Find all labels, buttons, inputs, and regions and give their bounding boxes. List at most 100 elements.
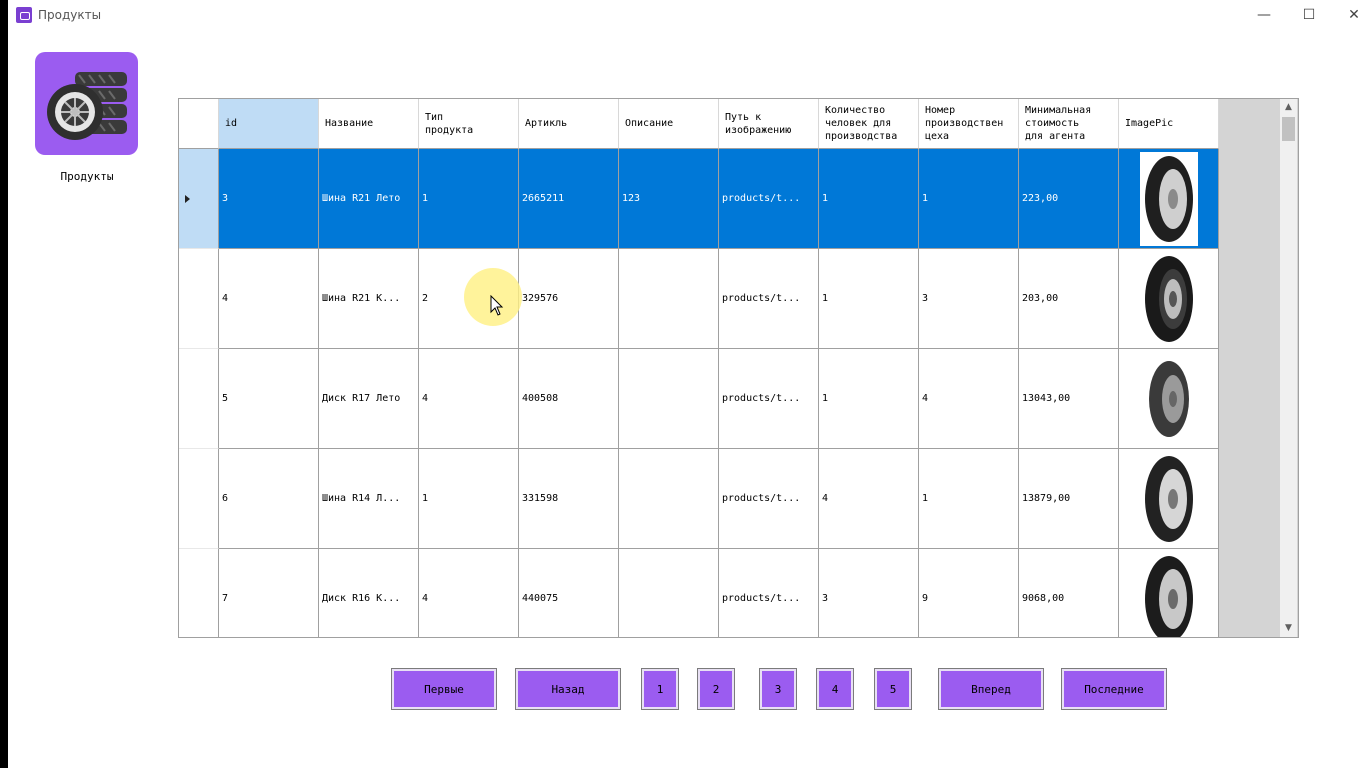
logo-label: Продукты bbox=[60, 170, 114, 183]
cell-min-cost[interactable]: 203,00 bbox=[1019, 249, 1119, 349]
cell-min-cost[interactable]: 13879,00 bbox=[1019, 449, 1119, 549]
cell-people[interactable]: 3 bbox=[819, 549, 919, 637]
cell-path[interactable]: products/t... bbox=[719, 249, 819, 349]
cell-image[interactable] bbox=[1119, 149, 1219, 249]
close-button[interactable]: ✕ bbox=[1332, 2, 1366, 28]
page-button-5[interactable]: 5 bbox=[874, 668, 912, 710]
cell-id[interactable]: 4 bbox=[219, 249, 319, 349]
cell-workshop[interactable]: 4 bbox=[919, 349, 1019, 449]
column-header-min-cost[interactable]: Минимальная стоимость для агента bbox=[1019, 99, 1119, 149]
tire-image bbox=[1139, 151, 1198, 246]
table-row[interactable]: 4 Шина R21 К... 2 329576 products/t... 1… bbox=[179, 249, 1219, 349]
cell-min-cost[interactable]: 13043,00 bbox=[1019, 349, 1119, 449]
cell-workshop[interactable]: 3 bbox=[919, 249, 1019, 349]
row-header[interactable] bbox=[179, 149, 219, 249]
column-header-id[interactable]: id bbox=[219, 99, 319, 149]
column-header-description[interactable]: Описание bbox=[619, 99, 719, 149]
titlebar: Продукты — ☐ ✕ bbox=[8, 0, 1366, 31]
last-page-button[interactable]: Последние bbox=[1061, 668, 1167, 710]
cell-name[interactable]: Шина R21 К... bbox=[319, 249, 419, 349]
cell-path[interactable]: products/t... bbox=[719, 449, 819, 549]
cell-path[interactable]: products/t... bbox=[719, 549, 819, 637]
cell-path[interactable]: products/t... bbox=[719, 149, 819, 249]
column-header-imagepic[interactable]: ImagePic bbox=[1119, 99, 1219, 149]
table-row[interactable]: 5 Диск R17 Лето 4 400508 products/t... 1… bbox=[179, 349, 1219, 449]
cell-image[interactable] bbox=[1119, 249, 1219, 349]
current-row-arrow-icon bbox=[185, 195, 190, 203]
cell-id[interactable]: 6 bbox=[219, 449, 319, 549]
desktop-edge bbox=[0, 0, 8, 768]
scroll-thumb[interactable] bbox=[1282, 117, 1295, 141]
cell-name[interactable]: Диск R16 К... bbox=[319, 549, 419, 637]
scroll-down-icon[interactable]: ▼ bbox=[1280, 620, 1297, 637]
cell-image[interactable] bbox=[1119, 349, 1219, 449]
column-header-name[interactable]: Название bbox=[319, 99, 419, 149]
cell-type[interactable]: 4 bbox=[419, 349, 519, 449]
cell-people[interactable]: 1 bbox=[819, 149, 919, 249]
products-table[interactable]: id Название Тип продукта Артикль Описани… bbox=[178, 98, 1299, 638]
cell-people[interactable]: 4 bbox=[819, 449, 919, 549]
page-button-1[interactable]: 1 bbox=[641, 668, 679, 710]
cell-workshop[interactable]: 1 bbox=[919, 149, 1019, 249]
cell-id[interactable]: 5 bbox=[219, 349, 319, 449]
tire-image bbox=[1139, 351, 1198, 446]
cell-image[interactable] bbox=[1119, 549, 1219, 637]
back-button[interactable]: Назад bbox=[515, 668, 621, 710]
column-header-path[interactable]: Путь к изображению bbox=[719, 99, 819, 149]
cell-type[interactable]: 1 bbox=[419, 449, 519, 549]
tires-logo-icon bbox=[35, 52, 138, 155]
row-header[interactable] bbox=[179, 449, 219, 549]
first-page-button[interactable]: Первые bbox=[391, 668, 497, 710]
row-header[interactable] bbox=[179, 349, 219, 449]
row-header-corner bbox=[179, 99, 219, 149]
cell-description[interactable]: 123 bbox=[619, 149, 719, 249]
scroll-up-icon[interactable]: ▲ bbox=[1280, 99, 1297, 116]
minimize-button[interactable]: — bbox=[1242, 2, 1286, 28]
cell-name[interactable]: Диск R17 Лето bbox=[319, 349, 419, 449]
cell-description[interactable] bbox=[619, 349, 719, 449]
cell-id[interactable]: 3 bbox=[219, 149, 319, 249]
mouse-cursor-icon bbox=[490, 294, 504, 322]
row-header[interactable] bbox=[179, 249, 219, 349]
column-header-type[interactable]: Тип продукта bbox=[419, 99, 519, 149]
tire-image bbox=[1139, 251, 1198, 346]
table-row[interactable]: 7 Диск R16 К... 4 440075 products/t... 3… bbox=[179, 549, 1219, 637]
row-header[interactable] bbox=[179, 549, 219, 637]
cell-people[interactable]: 1 bbox=[819, 349, 919, 449]
cell-description[interactable] bbox=[619, 249, 719, 349]
cell-image[interactable] bbox=[1119, 449, 1219, 549]
cell-description[interactable] bbox=[619, 549, 719, 637]
cell-article[interactable]: 2665211 bbox=[519, 149, 619, 249]
cell-people[interactable]: 1 bbox=[819, 249, 919, 349]
window-title: Продукты bbox=[38, 8, 102, 22]
cell-path[interactable]: products/t... bbox=[719, 349, 819, 449]
cell-article[interactable]: 400508 bbox=[519, 349, 619, 449]
table-row[interactable]: 6 Шина R14 Л... 1 331598 products/t... 4… bbox=[179, 449, 1219, 549]
tire-image bbox=[1139, 451, 1198, 546]
app-icon bbox=[16, 7, 32, 23]
tire-image bbox=[1139, 551, 1198, 637]
forward-button[interactable]: Вперед bbox=[938, 668, 1044, 710]
cell-min-cost[interactable]: 9068,00 bbox=[1019, 549, 1119, 637]
column-header-workshop[interactable]: Номер производствен цеха bbox=[919, 99, 1019, 149]
cell-article[interactable]: 440075 bbox=[519, 549, 619, 637]
cell-name[interactable]: Шина R14 Л... bbox=[319, 449, 419, 549]
cell-workshop[interactable]: 9 bbox=[919, 549, 1019, 637]
cell-type[interactable]: 1 bbox=[419, 149, 519, 249]
cell-name[interactable]: Шина R21 Лето bbox=[319, 149, 419, 249]
cell-article[interactable]: 331598 bbox=[519, 449, 619, 549]
column-header-article[interactable]: Артикль bbox=[519, 99, 619, 149]
page-button-3[interactable]: 3 bbox=[759, 668, 797, 710]
column-header-people[interactable]: Количество человек для производства bbox=[819, 99, 919, 149]
vertical-scrollbar[interactable]: ▲ ▼ bbox=[1280, 99, 1297, 637]
cell-description[interactable] bbox=[619, 449, 719, 549]
maximize-button[interactable]: ☐ bbox=[1287, 2, 1331, 28]
page-button-4[interactable]: 4 bbox=[816, 668, 854, 710]
cell-article[interactable]: 329576 bbox=[519, 249, 619, 349]
cell-id[interactable]: 7 bbox=[219, 549, 319, 637]
cell-workshop[interactable]: 1 bbox=[919, 449, 1019, 549]
table-row[interactable]: 3 Шина R21 Лето 1 2665211 123 products/t… bbox=[179, 149, 1219, 249]
cell-type[interactable]: 4 bbox=[419, 549, 519, 637]
cell-min-cost[interactable]: 223,00 bbox=[1019, 149, 1119, 249]
page-button-2[interactable]: 2 bbox=[697, 668, 735, 710]
